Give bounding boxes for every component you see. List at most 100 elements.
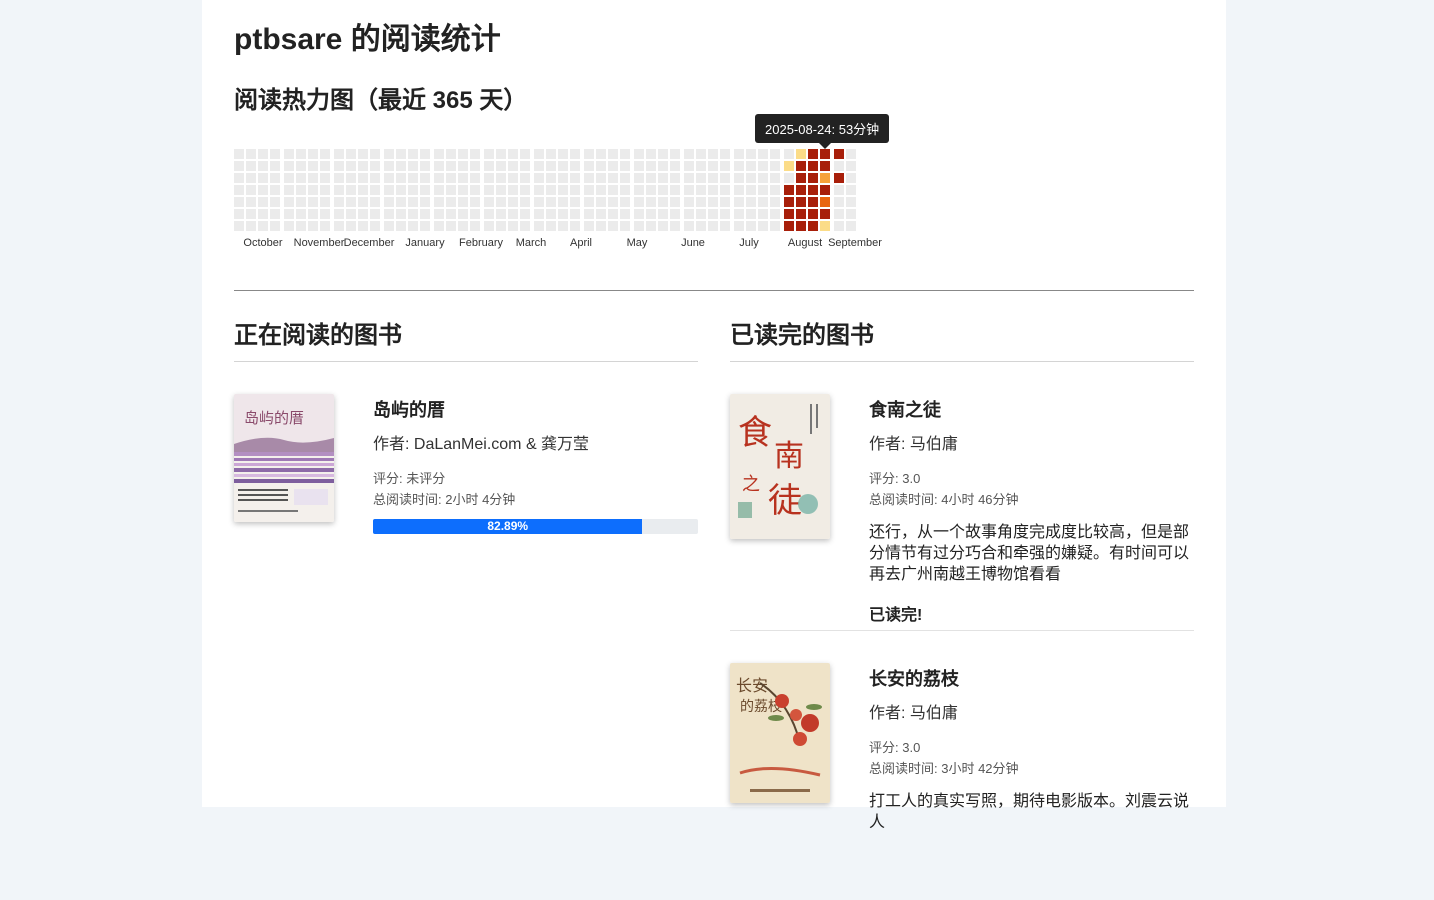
heatmap-cell[interactable]	[546, 221, 556, 231]
heatmap-cell[interactable]	[820, 221, 830, 231]
heatmap-cell[interactable]	[508, 173, 518, 183]
heatmap-cell[interactable]	[458, 209, 468, 219]
heatmap-cell[interactable]	[734, 173, 744, 183]
heatmap-cell[interactable]	[520, 161, 530, 171]
heatmap-cell[interactable]	[670, 185, 680, 195]
heatmap-cell[interactable]	[608, 185, 618, 195]
heatmap-cell[interactable]	[746, 185, 756, 195]
book-title[interactable]: 长安的荔枝	[869, 665, 1194, 691]
heatmap-cell[interactable]	[420, 173, 430, 183]
heatmap-cell[interactable]	[658, 173, 668, 183]
heatmap-cell[interactable]	[846, 221, 856, 231]
heatmap-cell[interactable]	[434, 197, 444, 207]
book-cover[interactable]: 食 南 之 徒	[730, 394, 830, 539]
heatmap-cell[interactable]	[384, 185, 394, 195]
heatmap-cell[interactable]	[434, 185, 444, 195]
heatmap-cell[interactable]	[358, 149, 368, 159]
heatmap-cell[interactable]	[584, 161, 594, 171]
heatmap-cell[interactable]	[784, 209, 794, 219]
heatmap-cell[interactable]	[258, 221, 268, 231]
heatmap-cell[interactable]	[370, 173, 380, 183]
heatmap-cell[interactable]	[608, 197, 618, 207]
heatmap-cell[interactable]	[570, 173, 580, 183]
heatmap-cell[interactable]	[320, 209, 330, 219]
heatmap-cell[interactable]	[258, 185, 268, 195]
heatmap-cell[interactable]	[520, 185, 530, 195]
heatmap-cell[interactable]	[846, 209, 856, 219]
heatmap-cell[interactable]	[670, 209, 680, 219]
heatmap-cell[interactable]	[596, 173, 606, 183]
heatmap-cell[interactable]	[808, 161, 818, 171]
heatmap-cell[interactable]	[770, 197, 780, 207]
heatmap-cell[interactable]	[758, 209, 768, 219]
heatmap-cell[interactable]	[384, 149, 394, 159]
heatmap-cell[interactable]	[520, 209, 530, 219]
heatmap-cell[interactable]	[658, 161, 668, 171]
heatmap-cell[interactable]	[270, 209, 280, 219]
heatmap-cell[interactable]	[484, 197, 494, 207]
heatmap-cell[interactable]	[834, 221, 844, 231]
heatmap-cell[interactable]	[408, 161, 418, 171]
heatmap-cell[interactable]	[684, 197, 694, 207]
heatmap-cell[interactable]	[408, 221, 418, 231]
heatmap-cell[interactable]	[696, 149, 706, 159]
heatmap-cell[interactable]	[246, 185, 256, 195]
heatmap-cell[interactable]	[346, 197, 356, 207]
heatmap-cell[interactable]	[320, 197, 330, 207]
heatmap-cell[interactable]	[634, 221, 644, 231]
heatmap-cell[interactable]	[420, 161, 430, 171]
heatmap-cell[interactable]	[770, 173, 780, 183]
heatmap-cell[interactable]	[820, 185, 830, 195]
heatmap-cell[interactable]	[234, 185, 244, 195]
heatmap-cell[interactable]	[434, 209, 444, 219]
heatmap-cell[interactable]	[470, 185, 480, 195]
heatmap-cell[interactable]	[496, 173, 506, 183]
heatmap-cell[interactable]	[496, 197, 506, 207]
heatmap-cell[interactable]	[358, 197, 368, 207]
heatmap-cell[interactable]	[258, 209, 268, 219]
heatmap-cell[interactable]	[446, 185, 456, 195]
heatmap-cell[interactable]	[746, 161, 756, 171]
heatmap-cell[interactable]	[358, 173, 368, 183]
heatmap-cell[interactable]	[584, 149, 594, 159]
heatmap-cell[interactable]	[746, 149, 756, 159]
heatmap-cell[interactable]	[508, 185, 518, 195]
heatmap-cell[interactable]	[670, 149, 680, 159]
heatmap-cell[interactable]	[758, 173, 768, 183]
heatmap-cell[interactable]	[784, 221, 794, 231]
heatmap-cell[interactable]	[596, 209, 606, 219]
heatmap-cell[interactable]	[846, 173, 856, 183]
heatmap-cell[interactable]	[734, 221, 744, 231]
heatmap-cell[interactable]	[658, 185, 668, 195]
heatmap-cell[interactable]	[570, 149, 580, 159]
heatmap-cell[interactable]	[470, 197, 480, 207]
heatmap-cell[interactable]	[834, 197, 844, 207]
heatmap-cell[interactable]	[608, 221, 618, 231]
heatmap-cell[interactable]	[484, 149, 494, 159]
heatmap-cell[interactable]	[658, 197, 668, 207]
heatmap-cell[interactable]	[558, 197, 568, 207]
heatmap-cell[interactable]	[646, 221, 656, 231]
heatmap-cell[interactable]	[734, 149, 744, 159]
heatmap-cell[interactable]	[534, 149, 544, 159]
heatmap-cell[interactable]	[484, 173, 494, 183]
heatmap-cell[interactable]	[620, 173, 630, 183]
heatmap-cell[interactable]	[734, 161, 744, 171]
heatmap-cell[interactable]	[684, 185, 694, 195]
heatmap-cell[interactable]	[770, 209, 780, 219]
heatmap-cell[interactable]	[496, 161, 506, 171]
heatmap-cell[interactable]	[484, 221, 494, 231]
heatmap-cell[interactable]	[708, 149, 718, 159]
heatmap-cell[interactable]	[820, 161, 830, 171]
heatmap-cell[interactable]	[284, 185, 294, 195]
heatmap-cell[interactable]	[408, 197, 418, 207]
heatmap-cell[interactable]	[496, 221, 506, 231]
heatmap-cell[interactable]	[458, 197, 468, 207]
heatmap-cell[interactable]	[308, 221, 318, 231]
heatmap-cell[interactable]	[534, 173, 544, 183]
heatmap-cell[interactable]	[746, 197, 756, 207]
heatmap-cell[interactable]	[620, 161, 630, 171]
heatmap-cell[interactable]	[684, 209, 694, 219]
heatmap-cell[interactable]	[684, 221, 694, 231]
heatmap-cell[interactable]	[234, 221, 244, 231]
